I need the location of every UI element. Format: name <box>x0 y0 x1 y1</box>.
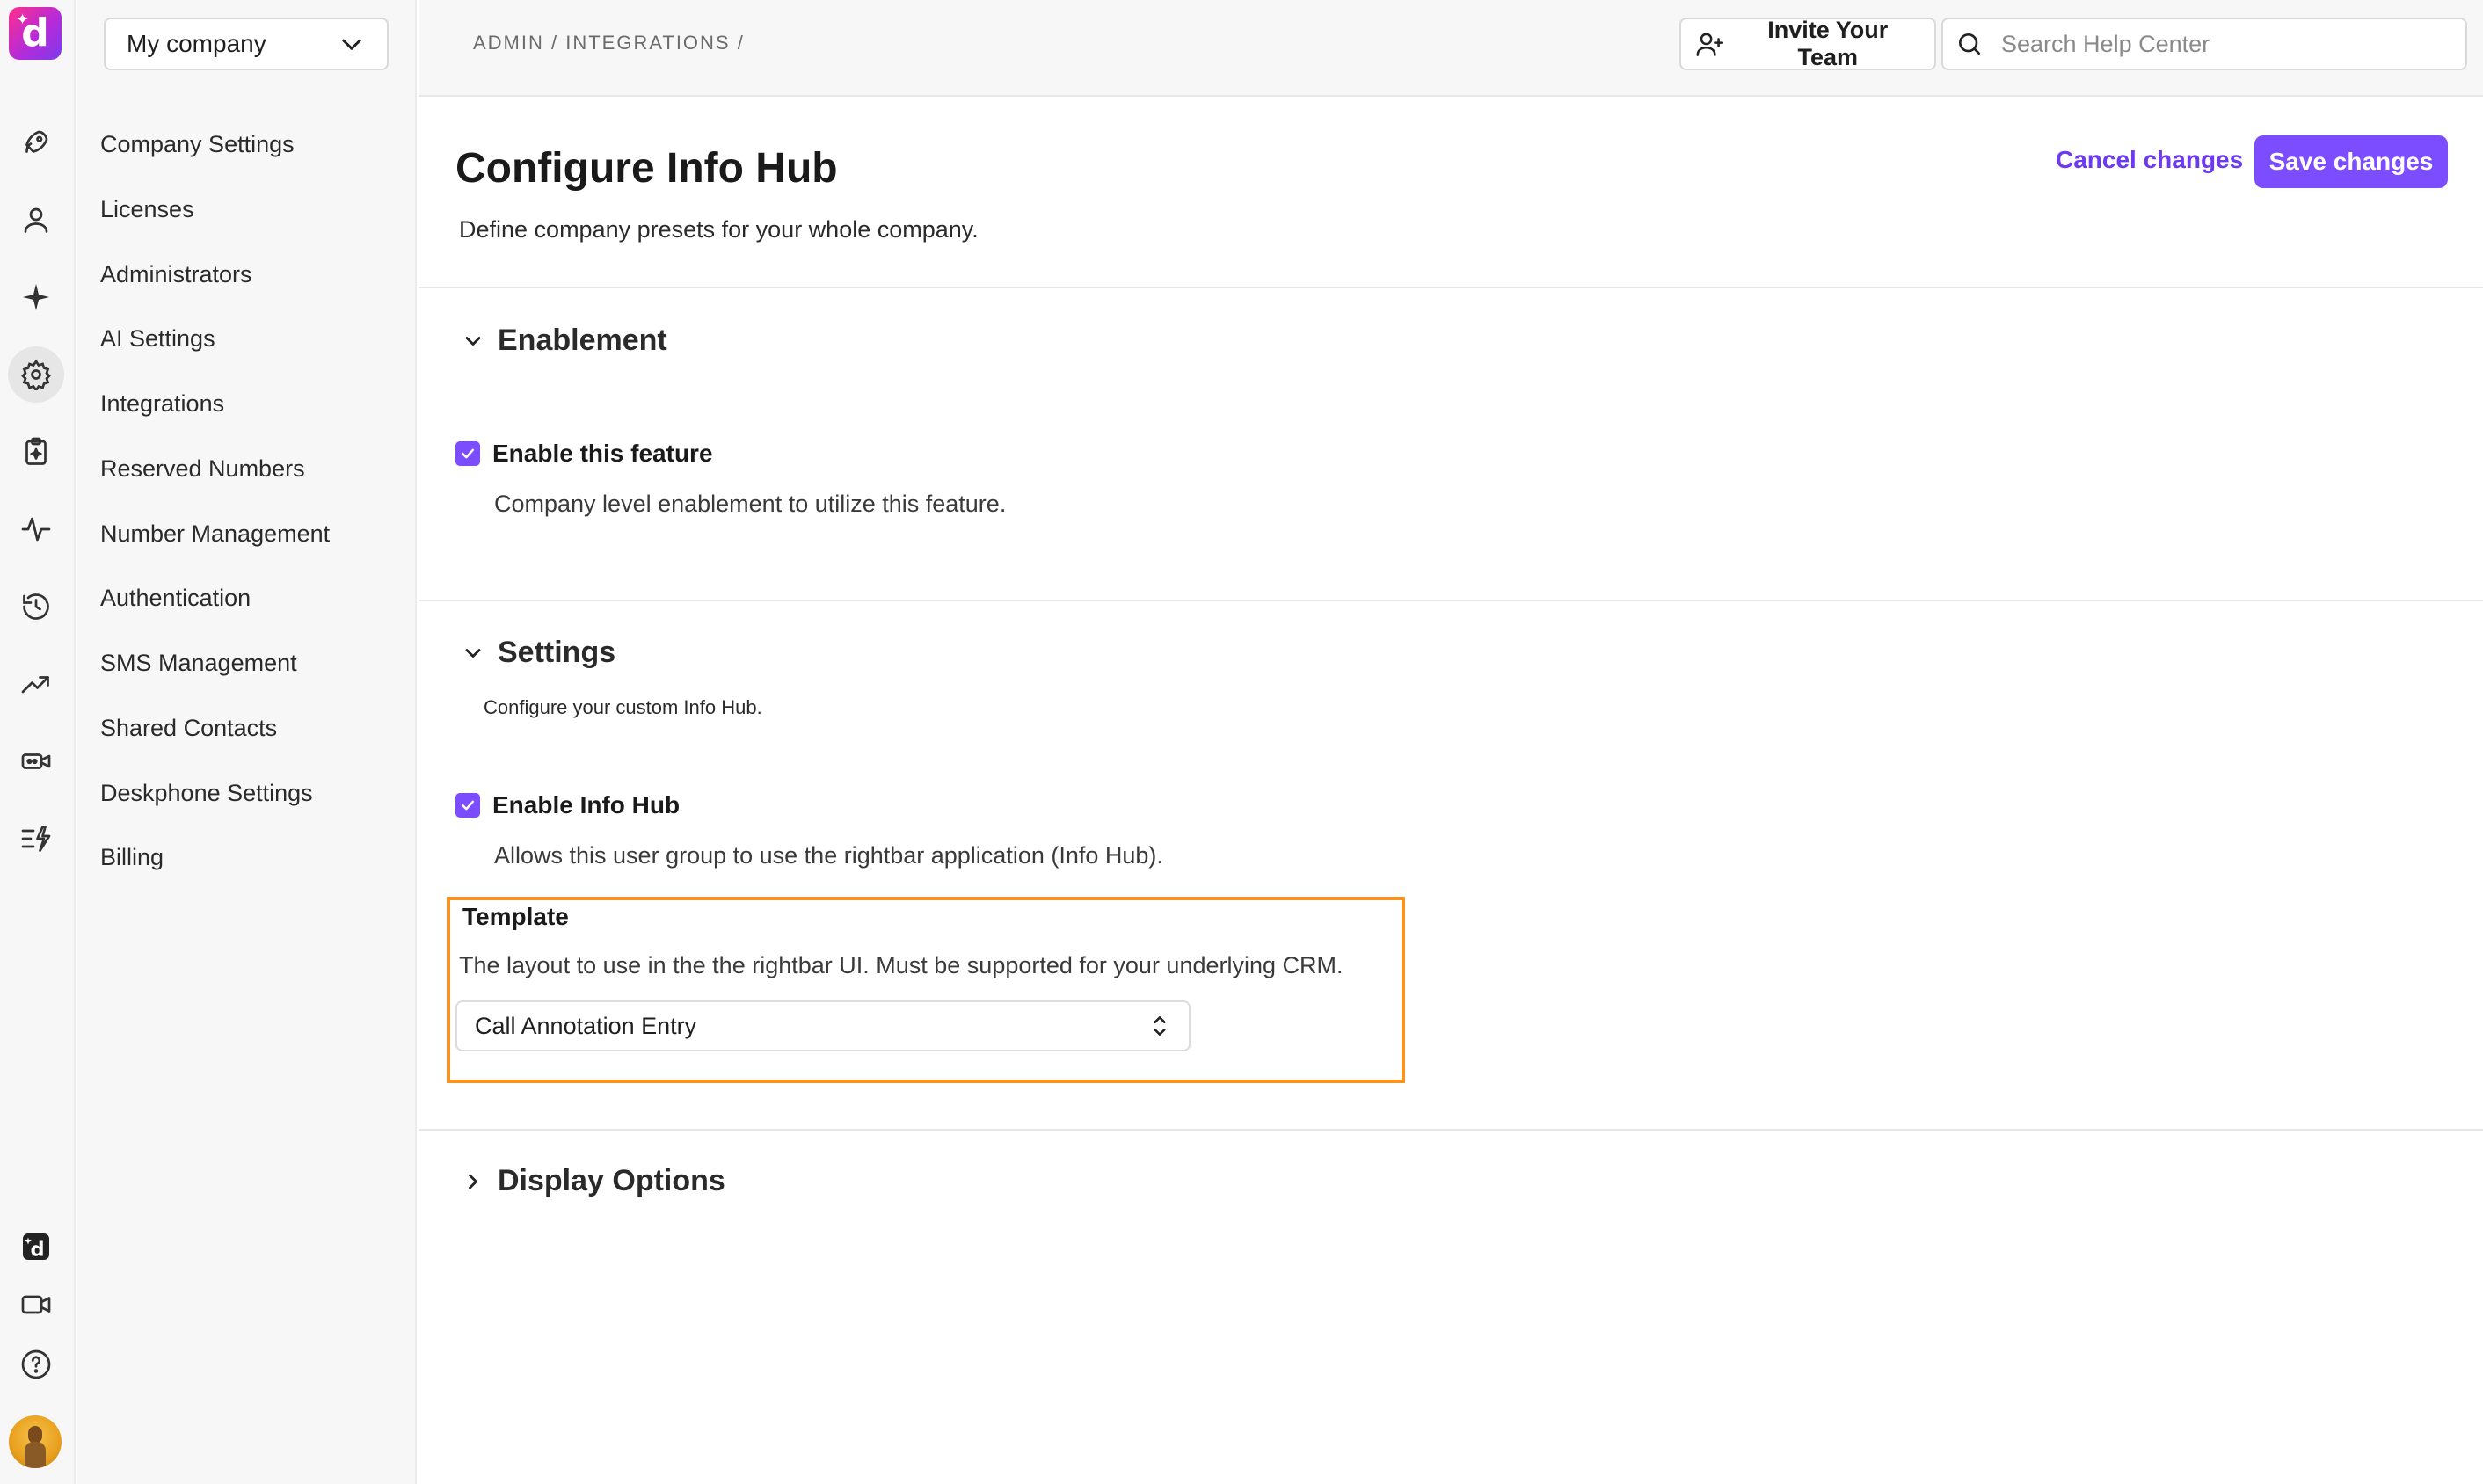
divider <box>419 600 2483 601</box>
template-label: Template <box>462 903 569 930</box>
section-settings-description: Configure your custom Info Hub. <box>484 696 762 718</box>
main-content: Configure Info Hub Define company preset… <box>419 98 2483 1484</box>
sidebar-item-administrators[interactable]: Administrators <box>100 257 252 292</box>
lightning-list-icon[interactable] <box>8 811 64 867</box>
enable-info-hub-label: Enable Info Hub <box>492 791 681 818</box>
help-icon[interactable] <box>8 1336 64 1393</box>
template-select[interactable]: Call Annotation Entry <box>455 1000 1191 1051</box>
admin-sidebar: My company Company Settings Licenses Adm… <box>77 0 417 1484</box>
divider <box>419 287 2483 288</box>
sidebar-item-reserved-numbers[interactable]: Reserved Numbers <box>100 451 305 486</box>
svg-text:d: d <box>30 1239 44 1262</box>
save-changes-button[interactable]: Save changes <box>2254 135 2448 188</box>
enable-info-hub-checkbox-row[interactable]: Enable Info Hub <box>455 791 680 819</box>
enable-feature-checkbox-row[interactable]: Enable this feature <box>455 440 713 468</box>
sidebar-item-integrations[interactable]: Integrations <box>100 386 224 421</box>
enable-feature-checkbox[interactable] <box>455 441 480 466</box>
enable-feature-description: Company level enablement to utilize this… <box>494 491 1007 517</box>
enable-info-hub-checkbox[interactable] <box>455 793 480 818</box>
divider <box>419 1129 2483 1131</box>
chevron-up-down-icon <box>1154 1016 1166 1036</box>
sidebar-item-ai-settings[interactable]: AI Settings <box>100 321 215 356</box>
rocket-icon[interactable] <box>8 114 64 171</box>
add-user-icon <box>1696 33 1724 56</box>
invite-team-label: Invite Your Team <box>1767 17 1889 70</box>
chevron-down-icon <box>465 648 481 658</box>
template-description: The layout to use in the the rightbar UI… <box>459 952 1343 978</box>
page-title: Configure Info Hub <box>455 145 838 192</box>
enable-info-hub-description: Allows this user group to use the rightb… <box>494 842 1163 869</box>
search-icon <box>1959 33 1980 55</box>
pulse-icon[interactable] <box>8 501 64 557</box>
section-settings-title: Settings <box>498 636 616 669</box>
checkmark-icon <box>461 448 475 459</box>
section-settings-toggle[interactable]: Settings <box>461 636 615 670</box>
clipboard-sparkle-icon[interactable] <box>8 424 64 480</box>
section-display-options-toggle[interactable]: Display Options <box>461 1164 725 1198</box>
sidebar-item-company-settings[interactable]: Company Settings <box>100 127 295 162</box>
person-icon[interactable] <box>8 192 64 248</box>
invite-team-button[interactable]: Invite Your Team <box>1679 17 1936 70</box>
company-select[interactable]: My company <box>104 18 389 70</box>
sidebar-item-number-management[interactable]: Number Management <box>100 516 330 551</box>
history-icon[interactable] <box>8 578 64 635</box>
template-select-value: Call Annotation Entry <box>475 1012 697 1039</box>
sidebar-item-sms-management[interactable]: SMS Management <box>100 645 297 680</box>
chevron-down-icon <box>342 39 361 50</box>
app-logo-icon[interactable]: ✦ d <box>9 7 62 60</box>
enable-feature-label: Enable this feature <box>492 440 713 467</box>
avatar[interactable] <box>9 1415 62 1468</box>
section-enablement-toggle[interactable]: Enablement <box>461 324 667 358</box>
video-icon[interactable] <box>8 1277 64 1333</box>
sidebar-item-billing[interactable]: Billing <box>100 840 164 875</box>
gear-icon[interactable] <box>8 346 64 403</box>
sidebar-item-authentication[interactable]: Authentication <box>100 580 251 615</box>
page-subtitle: Define company presets for your whole co… <box>459 216 979 243</box>
video-bot-icon[interactable] <box>8 733 64 789</box>
breadcrumb[interactable]: ADMIN / INTEGRATIONS / <box>473 32 745 55</box>
icon-rail: ✦ d d <box>0 0 76 1484</box>
section-enablement-title: Enablement <box>498 324 667 357</box>
chevron-down-icon <box>465 336 481 346</box>
sparkle-icon[interactable] <box>8 269 64 325</box>
sidebar-item-shared-contacts[interactable]: Shared Contacts <box>100 710 277 746</box>
section-display-options-title: Display Options <box>498 1164 725 1197</box>
search-box[interactable] <box>1941 18 2467 70</box>
checkmark-icon <box>461 800 475 811</box>
company-select-value: My company <box>127 30 266 57</box>
cancel-changes-button[interactable]: Cancel changes <box>2056 135 2243 185</box>
template-highlight-box <box>447 897 1405 1083</box>
top-bar: ADMIN / INTEGRATIONS / Invite Your Team <box>419 0 2483 97</box>
sidebar-item-licenses[interactable]: Licenses <box>100 192 194 227</box>
trending-icon[interactable] <box>8 656 64 712</box>
search-input[interactable] <box>1999 29 2439 59</box>
sidebar-item-deskphone-settings[interactable]: Deskphone Settings <box>100 775 313 811</box>
chevron-right-icon <box>469 1174 477 1189</box>
app-logo-small-icon[interactable]: d <box>8 1218 64 1275</box>
